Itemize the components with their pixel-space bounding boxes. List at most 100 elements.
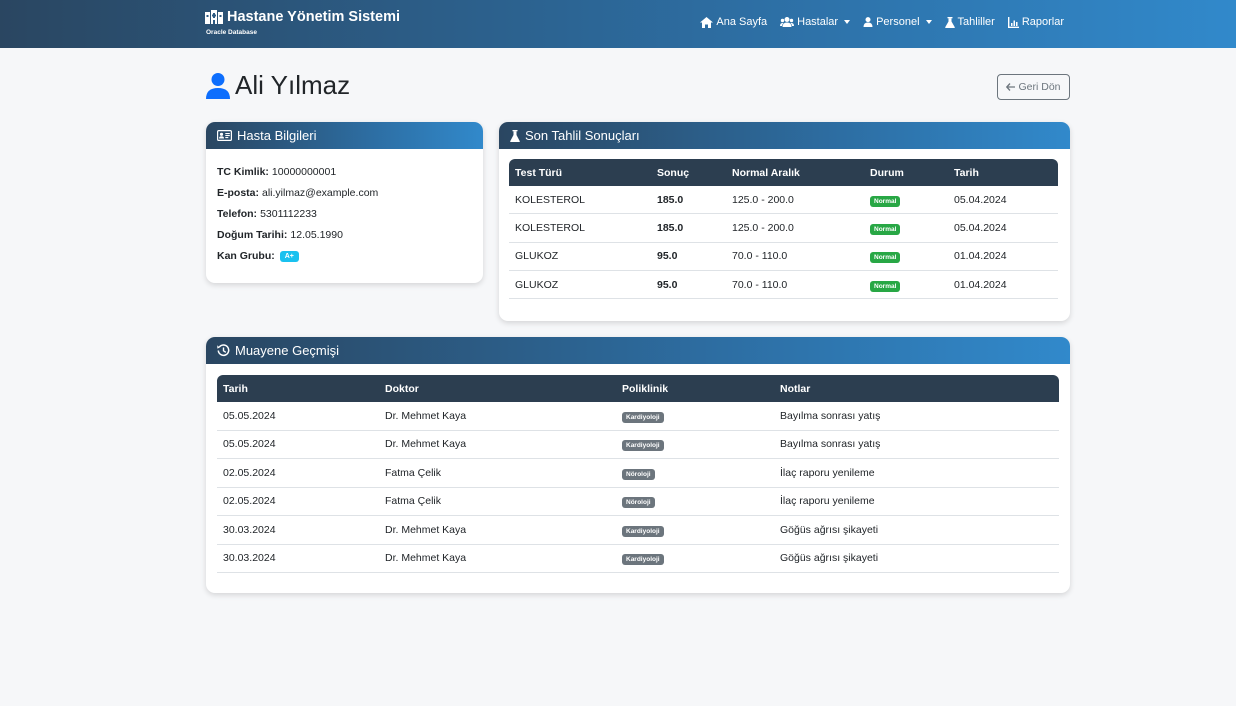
phone-label: Telefon: <box>217 207 258 220</box>
card-title: Hasta Bilgileri <box>237 128 317 143</box>
nav-hastalar[interactable]: Hastalar <box>780 16 851 28</box>
brand[interactable]: Hastane Yönetim Sistemi Oracle Database <box>205 9 400 36</box>
result-cell: 185.0 <box>651 186 726 215</box>
clinic-badge: Nöroloji <box>622 468 655 480</box>
email-label: E-posta: <box>217 186 259 199</box>
notes-cell: İlaç raporu yenileme <box>774 488 1059 516</box>
status-cell: Normal <box>864 186 948 215</box>
table-row: KOLESTEROL 185.0 125.0 - 200.0 Normal 05… <box>509 186 1058 215</box>
caret-down-icon <box>844 20 851 24</box>
table-row: 05.05.2024 Dr. Mehmet Kaya Kardiyoloji B… <box>217 402 1059 431</box>
range-cell: 125.0 - 200.0 <box>726 186 864 215</box>
column-header: Sonuç <box>651 159 726 186</box>
id-card-icon <box>217 130 232 141</box>
doctor-cell: Dr. Mehmet Kaya <box>379 402 616 431</box>
navbar: Hastane Yönetim Sistemi Oracle Database … <box>0 0 1236 48</box>
date-cell: 05.05.2024 <box>217 402 379 431</box>
status-cell: Normal <box>864 243 948 271</box>
notes-cell: İlaç raporu yenileme <box>774 459 1059 488</box>
doctor-cell: Fatma Çelik <box>379 459 616 488</box>
column-header: Poliklinik <box>616 375 774 402</box>
status-badge: Normal <box>870 223 901 235</box>
column-header: Doktor <box>379 375 616 402</box>
notes-cell: Göğüs ağrısı şikayeti <box>774 516 1059 545</box>
clinic-cell: Kardiyoloji <box>616 402 774 431</box>
nav-tahliller[interactable]: Tahliller <box>944 16 995 28</box>
test-cell: KOLESTEROL <box>509 186 651 215</box>
date-cell: 01.04.2024 <box>948 271 1058 300</box>
lab-results-table: Test Türü Sonuç Normal Aralık Durum Tari… <box>509 159 1058 300</box>
flask-icon <box>944 16 955 28</box>
table-row: GLUKOZ 95.0 70.0 - 110.0 Normal 01.04.20… <box>509 271 1058 300</box>
tc-value: 10000000001 <box>271 165 337 178</box>
patient-name: Ali Yılmaz <box>235 70 351 100</box>
column-header: Tarih <box>948 159 1058 186</box>
page-title: Ali Yılmaz <box>206 70 350 101</box>
column-header: Normal Aralık <box>726 159 864 186</box>
email-row: E-posta: ali.yilmaz@example.com <box>217 182 472 203</box>
blood-label: Kan Grubu: <box>217 250 275 263</box>
nav-label: Hastalar <box>797 16 839 28</box>
test-cell: GLUKOZ <box>509 243 651 271</box>
clinic-cell: Kardiyoloji <box>616 516 774 545</box>
clinic-badge: Kardiyoloji <box>622 440 664 452</box>
brand-subtitle: Oracle Database <box>206 29 257 36</box>
arrow-left-icon <box>1006 83 1016 91</box>
doctor-cell: Dr. Mehmet Kaya <box>379 431 616 459</box>
column-header: Tarih <box>217 375 379 402</box>
column-header: Test Türü <box>509 159 651 186</box>
notes-cell: Göğüs ağrısı şikayeti <box>774 545 1059 573</box>
birth-row: Doğum Tarihi: 12.05.1990 <box>217 225 472 246</box>
card-header: Muayene Geçmişi <box>206 337 1070 364</box>
column-header: Durum <box>864 159 948 186</box>
table-row: 30.03.2024 Dr. Mehmet Kaya Kardiyoloji G… <box>217 516 1059 545</box>
test-cell: KOLESTEROL <box>509 214 651 243</box>
column-header: Notlar <box>774 375 1059 402</box>
status-cell: Normal <box>864 271 948 300</box>
date-cell: 30.03.2024 <box>217 545 379 573</box>
date-cell: 05.04.2024 <box>948 186 1058 215</box>
card-header: Son Tahlil Sonuçları <box>499 122 1070 149</box>
brand-title: Hastane Yönetim Sistemi <box>227 9 400 25</box>
back-label: Geri Dön <box>1018 81 1061 93</box>
nav-label: Ana Sayfa <box>716 16 768 28</box>
flask-icon <box>510 129 520 142</box>
tc-row: TC Kimlik: 10000000001 <box>217 161 472 182</box>
clinic-badge: Kardiyoloji <box>622 411 664 423</box>
clinic-badge: Nöroloji <box>622 497 655 509</box>
result-cell: 95.0 <box>651 271 726 300</box>
nav-ana-sayfa[interactable]: Ana Sayfa <box>700 16 767 28</box>
date-cell: 05.04.2024 <box>948 214 1058 243</box>
date-cell: 30.03.2024 <box>217 516 379 545</box>
nav-label: Tahliller <box>957 16 995 28</box>
phone-value: 5301112233 <box>260 207 317 220</box>
nav-personel[interactable]: Personel <box>863 16 932 28</box>
chart-icon <box>1007 16 1019 28</box>
clinic-cell: Nöroloji <box>616 488 774 516</box>
exam-history-table: Tarih Doktor Poliklinik Notlar 05.05.202… <box>217 375 1059 573</box>
nav-label: Personel <box>876 16 920 28</box>
exam-history-card: Muayene Geçmişi Tarih Doktor Poliklinik … <box>206 337 1070 593</box>
date-cell: 01.04.2024 <box>948 243 1058 271</box>
test-cell: GLUKOZ <box>509 271 651 300</box>
range-cell: 70.0 - 110.0 <box>726 243 864 271</box>
nav-label: Raporlar <box>1021 16 1064 28</box>
table-row: KOLESTEROL 185.0 125.0 - 200.0 Normal 05… <box>509 214 1058 243</box>
doctor-cell: Fatma Çelik <box>379 488 616 516</box>
main-nav: Ana Sayfa Hastalar Personel Tahliller Ra… <box>700 16 1064 28</box>
history-icon <box>217 344 230 357</box>
patient-info-card: Hasta Bilgileri TC Kimlik: 10000000001 E… <box>206 122 483 283</box>
table-row: 05.05.2024 Dr. Mehmet Kaya Kardiyoloji B… <box>217 431 1059 459</box>
clinic-cell: Nöroloji <box>616 459 774 488</box>
table-row: 30.03.2024 Dr. Mehmet Kaya Kardiyoloji G… <box>217 545 1059 573</box>
nav-raporlar[interactable]: Raporlar <box>1007 16 1064 28</box>
clinic-badge: Kardiyoloji <box>622 554 664 566</box>
back-button[interactable]: Geri Dön <box>997 74 1070 100</box>
card-title: Muayene Geçmişi <box>235 343 340 358</box>
clinic-cell: Kardiyoloji <box>616 431 774 459</box>
status-badge: Normal <box>870 252 901 264</box>
result-cell: 95.0 <box>651 243 726 271</box>
clinic-cell: Kardiyoloji <box>616 545 774 573</box>
status-badge: Normal <box>870 280 901 292</box>
hospital-icon <box>205 10 223 24</box>
